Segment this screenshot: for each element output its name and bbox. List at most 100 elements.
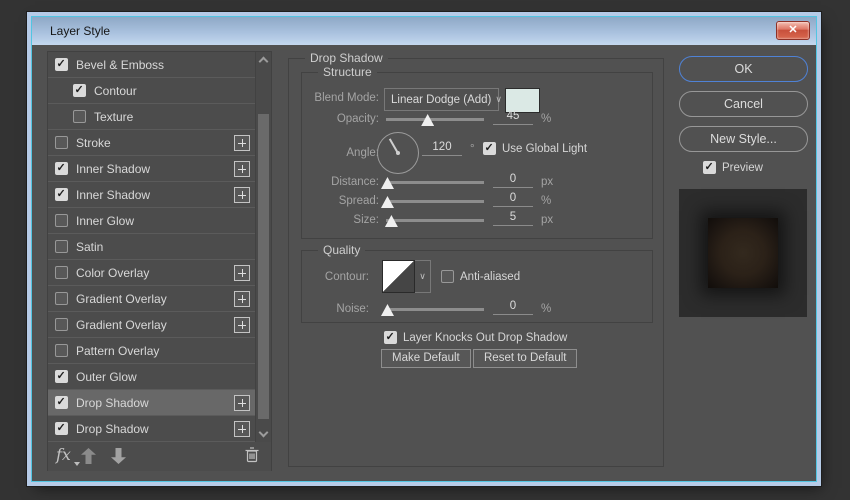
add-effect-instance-icon[interactable] bbox=[234, 135, 250, 151]
size-unit: px bbox=[541, 214, 554, 226]
add-effect-instance-icon[interactable] bbox=[234, 317, 250, 333]
window-title: Layer Style bbox=[50, 24, 111, 38]
size-slider[interactable] bbox=[384, 213, 484, 228]
cancel-button[interactable]: Cancel bbox=[679, 91, 808, 117]
noise-label: Noise: bbox=[336, 303, 369, 315]
chevron-down-icon: ∨ bbox=[495, 94, 502, 104]
ok-button[interactable]: OK bbox=[679, 56, 808, 82]
add-effect-instance-icon[interactable] bbox=[234, 291, 250, 307]
add-effect-instance-icon[interactable] bbox=[234, 421, 250, 437]
scroll-up-icon[interactable] bbox=[258, 56, 269, 67]
new-style-button[interactable]: New Style... bbox=[679, 126, 808, 152]
effect-list-item[interactable]: Drop Shadow bbox=[48, 416, 255, 442]
effect-list-item[interactable]: Inner Glow bbox=[48, 208, 255, 234]
effect-checkbox[interactable] bbox=[55, 214, 68, 227]
scroll-down-icon[interactable] bbox=[258, 427, 269, 438]
effect-checkbox[interactable] bbox=[55, 369, 68, 383]
opacity-slider[interactable] bbox=[386, 112, 484, 127]
effect-checkbox[interactable] bbox=[55, 318, 68, 331]
layer-knockout-checkbox[interactable]: Layer Knocks Out Drop Shadow bbox=[384, 330, 567, 344]
effect-checkbox[interactable] bbox=[55, 421, 68, 435]
effect-checkbox[interactable] bbox=[55, 187, 68, 201]
effect-label: Inner Shadow bbox=[76, 162, 151, 176]
effect-list-item[interactable]: Contour bbox=[48, 78, 255, 104]
effect-list-item[interactable]: Texture bbox=[48, 104, 255, 130]
effect-list-item[interactable]: Color Overlay bbox=[48, 260, 255, 286]
angle-dial[interactable] bbox=[377, 132, 419, 174]
use-global-light-checkbox[interactable]: Use Global Light bbox=[483, 141, 587, 155]
structure-legend: Structure bbox=[318, 65, 377, 79]
blend-mode-select[interactable]: Linear Dodge (Add) ∨ bbox=[384, 88, 502, 111]
effect-list-item[interactable]: Gradient Overlay bbox=[48, 286, 255, 312]
checkbox-icon[interactable] bbox=[441, 270, 454, 283]
checkbox-icon[interactable] bbox=[384, 330, 397, 344]
effect-checkbox[interactable] bbox=[55, 161, 68, 175]
quality-legend: Quality bbox=[318, 243, 366, 257]
fx-menu-button[interactable]: fx bbox=[56, 445, 71, 464]
effect-list-item[interactable]: Drop Shadow bbox=[48, 390, 255, 416]
noise-unit: % bbox=[541, 303, 552, 315]
effect-checkbox[interactable] bbox=[55, 136, 68, 149]
effect-list-item[interactable]: Bevel & Emboss bbox=[48, 52, 255, 78]
anti-aliased-checkbox[interactable]: Anti-aliased bbox=[441, 270, 520, 283]
effect-list-item[interactable]: Inner Shadow bbox=[48, 182, 255, 208]
effect-list-item[interactable]: Gradient Overlay bbox=[48, 312, 255, 338]
effect-label: Bevel & Emboss bbox=[76, 58, 165, 72]
add-effect-instance-icon[interactable] bbox=[234, 161, 250, 177]
effect-checkbox[interactable] bbox=[73, 83, 86, 97]
spread-value[interactable]: 0 bbox=[493, 192, 533, 207]
close-button[interactable]: ✕ bbox=[776, 21, 810, 40]
checkbox-icon[interactable] bbox=[483, 141, 496, 155]
add-effect-instance-icon[interactable] bbox=[234, 187, 250, 203]
effect-list-item[interactable]: Inner Shadow bbox=[48, 156, 255, 182]
reset-to-default-button[interactable]: Reset to Default bbox=[473, 349, 578, 368]
layer-style-dialog: Layer Style ✕ Bevel & Emboss Contour Tex… bbox=[31, 16, 817, 482]
effect-label: Drop Shadow bbox=[76, 422, 149, 436]
opacity-unit: % bbox=[541, 113, 552, 125]
distance-slider[interactable] bbox=[380, 175, 484, 190]
checkbox-icon[interactable] bbox=[703, 160, 716, 174]
effect-label: Inner Shadow bbox=[76, 188, 151, 202]
effect-label: Gradient Overlay bbox=[76, 292, 167, 306]
effect-label: Color Overlay bbox=[76, 266, 150, 280]
contour-label: Contour: bbox=[324, 271, 369, 283]
effect-list-item[interactable]: Outer Glow bbox=[48, 364, 255, 390]
opacity-value[interactable]: 45 bbox=[493, 110, 533, 125]
noise-slider[interactable] bbox=[380, 302, 484, 317]
effect-list-item[interactable]: Stroke bbox=[48, 130, 255, 156]
titlebar[interactable]: Layer Style ✕ bbox=[32, 17, 816, 45]
distance-value[interactable]: 0 bbox=[493, 173, 533, 188]
preview-checkbox[interactable]: Preview bbox=[703, 160, 763, 174]
effects-scrollbar[interactable] bbox=[255, 52, 271, 442]
size-value[interactable]: 5 bbox=[493, 211, 533, 226]
move-effect-down-icon[interactable] bbox=[111, 448, 126, 464]
contour-picker[interactable] bbox=[382, 260, 415, 293]
effect-list-item[interactable]: Satin bbox=[48, 234, 255, 260]
contour-chevron-icon[interactable]: ∨ bbox=[415, 260, 431, 293]
make-default-button[interactable]: Make Default bbox=[381, 349, 471, 368]
angle-value[interactable]: 120 bbox=[422, 141, 462, 156]
effect-checkbox[interactable] bbox=[73, 110, 86, 123]
size-label: Size: bbox=[353, 214, 379, 226]
effects-list: Bevel & Emboss Contour Texture Stroke In… bbox=[48, 52, 255, 442]
effect-checkbox[interactable] bbox=[55, 292, 68, 305]
effect-checkbox[interactable] bbox=[55, 57, 68, 71]
scrollbar-thumb[interactable] bbox=[258, 114, 269, 419]
effect-list-item[interactable]: Pattern Overlay bbox=[48, 338, 255, 364]
style-preview-thumbnail bbox=[679, 189, 807, 317]
add-effect-instance-icon[interactable] bbox=[234, 395, 250, 411]
noise-value[interactable]: 0 bbox=[493, 300, 533, 315]
angle-unit: ° bbox=[470, 143, 475, 155]
effect-label: Pattern Overlay bbox=[76, 344, 160, 358]
effect-checkbox[interactable] bbox=[55, 395, 68, 409]
effect-checkbox[interactable] bbox=[55, 240, 68, 253]
fx-menu-caret-icon bbox=[74, 462, 80, 466]
delete-effect-icon[interactable] bbox=[245, 447, 259, 463]
effect-checkbox[interactable] bbox=[55, 344, 68, 357]
move-effect-up-icon[interactable] bbox=[81, 448, 96, 464]
spread-slider[interactable] bbox=[380, 194, 484, 209]
effect-checkbox[interactable] bbox=[55, 266, 68, 279]
effect-label: Satin bbox=[76, 240, 104, 254]
add-effect-instance-icon[interactable] bbox=[234, 265, 250, 281]
distance-unit: px bbox=[541, 176, 554, 188]
